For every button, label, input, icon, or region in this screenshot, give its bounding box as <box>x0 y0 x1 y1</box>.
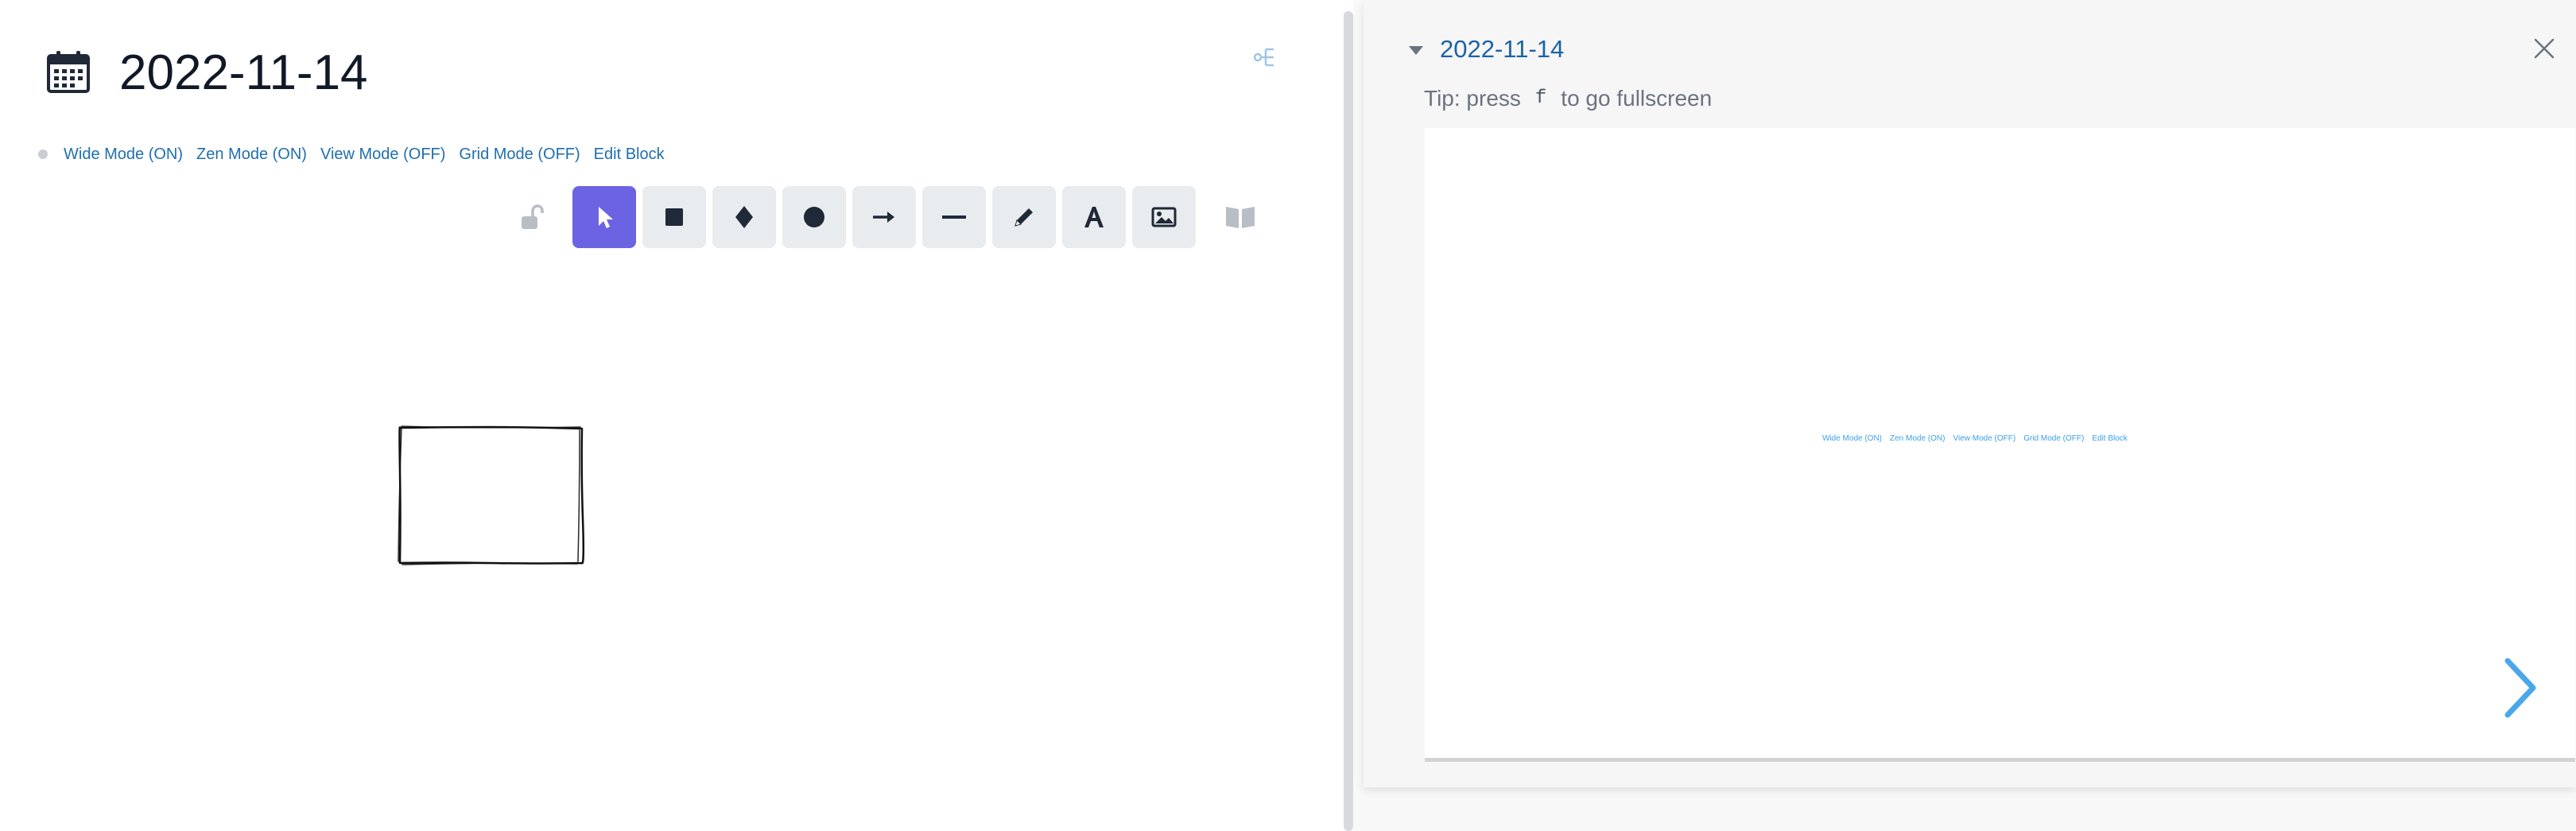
line-icon <box>942 216 966 219</box>
page-title[interactable]: 2022-11-14 <box>119 41 368 105</box>
circle-icon <box>804 207 824 227</box>
tool-image[interactable] <box>1132 186 1196 248</box>
sidebar-page-title[interactable]: 2022-11-14 <box>1440 32 1564 67</box>
tip-key: f <box>1534 87 1547 109</box>
preview-mode-links: Wide Mode (ON) Zen Mode (ON) View Mode (… <box>1822 434 2136 443</box>
main-page: 2022-11-14 Wide Mode (ON) Zen Mode (ON) … <box>0 0 1344 831</box>
tool-diamond[interactable] <box>712 186 776 248</box>
chevron-right-icon[interactable] <box>2496 656 2544 720</box>
slide-preview[interactable]: Wide Mode (ON) Zen Mode (ON) View Mode (… <box>1425 128 2575 762</box>
tool-arrow[interactable] <box>852 186 916 248</box>
diamond-icon <box>735 206 753 228</box>
preview-view-mode: View Mode (OFF) <box>1953 434 2016 443</box>
preview-edit-block: Edit Block <box>2092 434 2128 443</box>
wide-mode-link[interactable]: Wide Mode (ON) <box>64 146 183 164</box>
sidebar-block-card: 2022-11-14 Tip: press f to go fullscreen… <box>1364 0 2576 787</box>
arrow-right-icon <box>873 212 894 223</box>
close-icon[interactable] <box>2531 35 2558 62</box>
preview-zen-mode: Zen Mode (ON) <box>1890 434 1946 443</box>
tool-rectangle[interactable] <box>642 186 706 248</box>
hierarchy-icon[interactable] <box>1251 43 1280 72</box>
image-icon <box>1151 207 1177 227</box>
bullet-dot[interactable] <box>38 150 48 159</box>
edit-block-link[interactable]: Edit Block <box>594 146 665 164</box>
preview-grid-mode: Grid Mode (OFF) <box>2023 434 2085 443</box>
tool-line[interactable] <box>922 186 986 248</box>
rectangle-shape[interactable] <box>396 423 587 568</box>
calendar-icon <box>46 49 91 94</box>
excalidraw-toolbar <box>572 186 1202 248</box>
pencil-icon <box>1014 208 1033 227</box>
mode-links: Wide Mode (ON) Zen Mode (ON) View Mode (… <box>38 140 678 169</box>
tool-draw[interactable] <box>992 186 1056 248</box>
tool-selection[interactable] <box>572 186 636 248</box>
text-icon <box>1084 207 1104 227</box>
caret-down-icon[interactable] <box>1406 43 1426 59</box>
view-mode-link[interactable]: View Mode (OFF) <box>320 146 445 164</box>
tool-text[interactable] <box>1062 186 1126 248</box>
square-icon <box>665 208 683 226</box>
zen-mode-link[interactable]: Zen Mode (ON) <box>196 146 307 164</box>
pointer-icon <box>599 207 613 228</box>
fullscreen-tip: Tip: press f to go fullscreen <box>1424 83 1712 115</box>
tool-ellipse[interactable] <box>782 186 846 248</box>
tip-suffix: to go fullscreen <box>1561 86 1713 111</box>
main-scrollbar[interactable] <box>1344 11 1353 831</box>
right-sidebar: 2022-11-14 Tip: press f to go fullscreen… <box>1353 0 2576 831</box>
preview-wide-mode: Wide Mode (ON) <box>1822 434 1883 443</box>
tip-prefix: Tip: press <box>1424 86 1521 111</box>
grid-mode-link[interactable]: Grid Mode (OFF) <box>459 146 580 164</box>
book-open-icon[interactable] <box>1223 202 1258 232</box>
unlock-icon[interactable] <box>517 202 547 232</box>
